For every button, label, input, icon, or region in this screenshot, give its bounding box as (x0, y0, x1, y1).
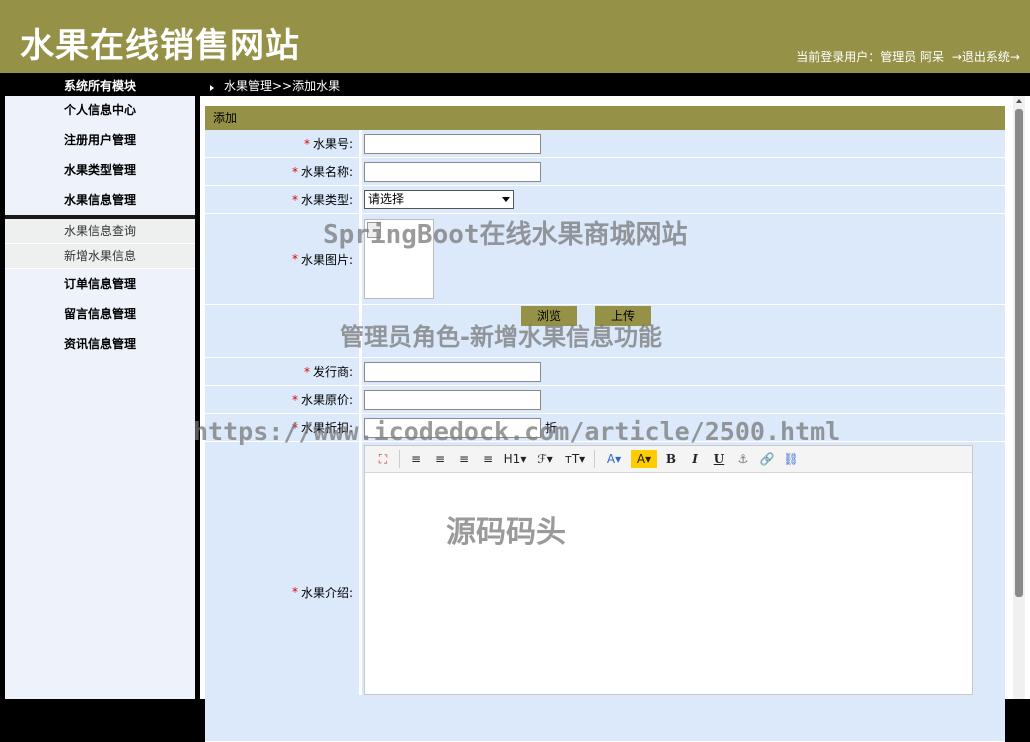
fruit-type-selected: 请选择 (368, 192, 405, 206)
original-price-label: 水果原价: (300, 393, 353, 407)
fullscreen-icon[interactable]: ⛶ (373, 450, 393, 468)
sidebar-subitem-fruit-query[interactable]: 水果信息查询 (5, 219, 195, 244)
required-mark: * (291, 192, 298, 207)
browse-button[interactable]: 浏览 (521, 306, 578, 326)
breadcrumb-text: 水果管理>>添加水果 (224, 79, 341, 93)
site-title: 水果在线销售网站 (20, 26, 300, 66)
form-row-upload: 浏览 上传 (205, 305, 1005, 358)
fruit-no-input[interactable] (364, 133, 541, 154)
link-icon[interactable]: 🔗 (757, 450, 777, 468)
top-bar: 系统所有模块 水果管理>>添加水果 (0, 73, 1030, 95)
breadcrumb-arrow-icon (210, 85, 214, 91)
sidebar-item-users[interactable]: 注册用户管理 (5, 125, 195, 155)
sidebar-submenu: 水果信息查询 新增水果信息 (5, 215, 195, 269)
font-color-icon[interactable]: A▾ (601, 450, 627, 468)
required-mark: * (291, 420, 298, 435)
underline-icon[interactable]: U (709, 450, 729, 468)
align-justify-icon[interactable]: ≡ (478, 450, 498, 468)
anchor-icon[interactable]: ⚓ (733, 450, 753, 468)
bold-icon[interactable]: B (661, 450, 681, 468)
sidebar-item-fruit-info[interactable]: 水果信息管理 (5, 185, 195, 215)
editor-content-area[interactable] (365, 473, 972, 693)
sidebar-item-fruit-types[interactable]: 水果类型管理 (5, 155, 195, 185)
add-fruit-panel: 添加 * 水果号: * 水果名称: * 水果类型: 请选择 * 水果图片: 浏览 上传 (205, 106, 1005, 742)
form-row-intro: * 水果介绍: ⛶ ≡ ≡ ≡ ≡ H1▾ ℱ▾ тT▾ A▾ A▾ B I U… (205, 442, 1005, 742)
required-mark: * (291, 392, 298, 407)
user-info: 当前登录用户：管理员 阿呆 →退出系统→ (792, 48, 1020, 65)
form-row-original-price: * 水果原价: (205, 386, 1005, 414)
form-row-fruit-name: * 水果名称: (205, 158, 1005, 186)
sidebar-item-messages[interactable]: 留言信息管理 (5, 299, 195, 329)
current-user-label: 当前登录用户：管理员 阿呆 (796, 50, 945, 64)
fruit-name-input[interactable] (364, 161, 541, 182)
form-row-discount: * 水果折扣: 折 (205, 414, 1005, 442)
fruit-image-label: 水果图片: (300, 252, 353, 267)
align-right-icon[interactable]: ≡ (454, 450, 474, 468)
original-price-input[interactable] (364, 389, 541, 410)
fruit-image-preview (364, 219, 434, 299)
scroll-up-icon[interactable] (1016, 99, 1022, 103)
align-center-icon[interactable]: ≡ (430, 450, 450, 468)
font-family-icon[interactable]: ℱ▾ (532, 450, 558, 468)
sidebar-item-news[interactable]: 资讯信息管理 (5, 329, 195, 359)
rich-text-editor: ⛶ ≡ ≡ ≡ ≡ H1▾ ℱ▾ тT▾ A▾ A▾ B I U ⚓ 🔗 ⛓ (364, 445, 973, 695)
discount-input[interactable] (364, 417, 541, 438)
fruit-no-label: 水果号: (312, 137, 353, 151)
sidebar-title: 系统所有模块 (63, 79, 136, 93)
required-mark: * (303, 364, 310, 379)
publisher-label: 发行商: (312, 365, 353, 379)
fruit-type-label: 水果类型: (300, 193, 353, 207)
toolbar-divider (594, 450, 595, 468)
discount-label: 水果折扣: (300, 421, 353, 435)
fruit-name-label: 水果名称: (300, 165, 353, 179)
form-row-fruit-no: * 水果号: (205, 130, 1005, 158)
sidebar-subitem-add-fruit[interactable]: 新增水果信息 (5, 244, 195, 269)
heading-icon[interactable]: H1▾ (502, 450, 528, 468)
chevron-down-icon (502, 197, 510, 202)
sidebar-item-orders[interactable]: 订单信息管理 (5, 269, 195, 299)
vertical-scrollbar[interactable] (1013, 96, 1025, 699)
font-size-icon[interactable]: тT▾ (562, 450, 588, 468)
publisher-input[interactable] (364, 361, 541, 382)
header: 水果在线销售网站 当前登录用户：管理员 阿呆 →退出系统→ (0, 0, 1030, 73)
form-row-fruit-image: * 水果图片: (205, 214, 1005, 305)
background-color-icon[interactable]: A▾ (631, 450, 657, 468)
main-content: 添加 * 水果号: * 水果名称: * 水果类型: 请选择 * 水果图片: 浏览 上传 (200, 96, 1030, 742)
breadcrumb: 水果管理>>添加水果 (210, 77, 340, 94)
panel-title: 添加 (205, 106, 1005, 130)
upload-button[interactable]: 上传 (595, 306, 652, 326)
scrollbar-thumb[interactable] (1015, 109, 1023, 597)
logout-link[interactable]: →退出系统→ (952, 50, 1020, 64)
required-mark: * (303, 136, 310, 151)
editor-toolbar: ⛶ ≡ ≡ ≡ ≡ H1▾ ℱ▾ тT▾ A▾ A▾ B I U ⚓ 🔗 ⛓ (365, 446, 972, 473)
required-mark: * (291, 252, 298, 266)
toolbar-divider (399, 450, 400, 468)
required-mark: * (291, 164, 298, 179)
fruit-type-select[interactable]: 请选择 (364, 190, 514, 209)
align-left-icon[interactable]: ≡ (406, 450, 426, 468)
sidebar: 个人信息中心 注册用户管理 水果类型管理 水果信息管理 水果信息查询 新增水果信… (5, 96, 195, 699)
broken-image-icon (367, 222, 381, 238)
italic-icon[interactable]: I (685, 450, 705, 468)
required-mark: * (291, 585, 298, 599)
sidebar-item-profile[interactable]: 个人信息中心 (5, 96, 195, 125)
discount-suffix: 折 (545, 421, 558, 435)
form-row-fruit-type: * 水果类型: 请选择 (205, 186, 1005, 214)
form-row-publisher: * 发行商: (205, 358, 1005, 386)
intro-label: 水果介绍: (300, 585, 353, 600)
unlink-icon[interactable]: ⛓ (781, 450, 801, 468)
